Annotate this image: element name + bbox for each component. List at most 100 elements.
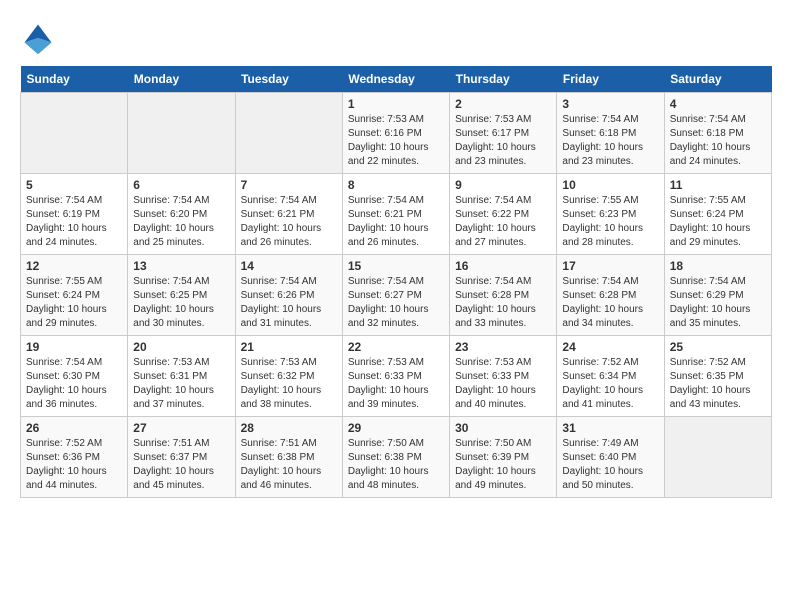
day-number: 3 [562, 97, 658, 111]
day-cell: 21 Sunrise: 7:53 AM Sunset: 6:32 PM Dayli… [235, 336, 342, 417]
day-info: Sunrise: 7:54 AM Sunset: 6:20 PM Dayligh… [133, 194, 229, 250]
day-info: Sunrise: 7:54 AM Sunset: 6:28 PM Dayligh… [455, 275, 551, 331]
day-number: 15 [348, 259, 444, 273]
day-cell: 12Sunrise: 7:55 AM Sunset: 6:24 PM Dayli… [21, 255, 128, 336]
day-info: Sunrise: 7:53 AM Sunset: 6:31 PM Dayligh… [133, 356, 229, 412]
day-cell: 16 Sunrise: 7:54 AM Sunset: 6:28 PM Dayli… [450, 255, 557, 336]
day-cell: 27 Sunrise: 7:51 AM Sunset: 6:37 PM Dayli… [128, 417, 235, 498]
day-cell: 5Sunrise: 7:54 AM Sunset: 6:19 PM Daylig… [21, 174, 128, 255]
day-cell [128, 93, 235, 174]
day-cell: 29Sunrise: 7:50 AM Sunset: 6:38 PM Dayli… [342, 417, 449, 498]
day-number: 27 [133, 421, 229, 435]
day-info: Sunrise: 7:52 AM Sunset: 6:34 PM Dayligh… [562, 356, 658, 412]
day-number: 25 [670, 340, 766, 354]
calendar-header: SundayMondayTuesdayWednesdayThursdayFrid… [21, 66, 772, 93]
day-number: 28 [241, 421, 337, 435]
week-row-1: 1 Sunrise: 7:53 AM Sunset: 6:16 PM Daylig… [21, 93, 772, 174]
day-cell: 18 Sunrise: 7:54 AM Sunset: 6:29 PM Dayli… [664, 255, 771, 336]
day-info: Sunrise: 7:54 AM Sunset: 6:18 PM Dayligh… [670, 113, 766, 169]
day-number: 13 [133, 259, 229, 273]
day-cell: 8 Sunrise: 7:54 AM Sunset: 6:21 PM Daylig… [342, 174, 449, 255]
day-cell: 13Sunrise: 7:54 AM Sunset: 6:25 PM Dayli… [128, 255, 235, 336]
day-info: Sunrise: 7:54 AM Sunset: 6:21 PM Dayligh… [348, 194, 444, 250]
day-cell: 1 Sunrise: 7:53 AM Sunset: 6:16 PM Daylig… [342, 93, 449, 174]
day-cell: 11 Sunrise: 7:55 AM Sunset: 6:24 PM Dayli… [664, 174, 771, 255]
day-cell: 4 Sunrise: 7:54 AM Sunset: 6:18 PM Daylig… [664, 93, 771, 174]
day-cell: 25 Sunrise: 7:52 AM Sunset: 6:35 PM Dayli… [664, 336, 771, 417]
day-number: 18 [670, 259, 766, 273]
header-cell-wednesday: Wednesday [342, 66, 449, 93]
day-number: 14 [241, 259, 337, 273]
day-info: Sunrise: 7:54 AM Sunset: 6:22 PM Dayligh… [455, 194, 551, 250]
day-cell [664, 417, 771, 498]
day-info: Sunrise: 7:53 AM Sunset: 6:32 PM Dayligh… [241, 356, 337, 412]
day-info: Sunrise: 7:55 AM Sunset: 6:23 PM Dayligh… [562, 194, 658, 250]
day-info: Sunrise: 7:54 AM Sunset: 6:27 PM Dayligh… [348, 275, 444, 331]
day-cell: 22 Sunrise: 7:53 AM Sunset: 6:33 PM Dayli… [342, 336, 449, 417]
day-info: Sunrise: 7:55 AM Sunset: 6:24 PM Dayligh… [670, 194, 766, 250]
day-number: 8 [348, 178, 444, 192]
day-info: Sunrise: 7:53 AM Sunset: 6:17 PM Dayligh… [455, 113, 551, 169]
day-number: 24 [562, 340, 658, 354]
day-info: Sunrise: 7:54 AM Sunset: 6:28 PM Dayligh… [562, 275, 658, 331]
day-cell: 31 Sunrise: 7:49 AM Sunset: 6:40 PM Dayli… [557, 417, 664, 498]
day-number: 16 [455, 259, 551, 273]
header-cell-sunday: Sunday [21, 66, 128, 93]
header-cell-monday: Monday [128, 66, 235, 93]
day-number: 22 [348, 340, 444, 354]
calendar-body: 1 Sunrise: 7:53 AM Sunset: 6:16 PM Daylig… [21, 93, 772, 498]
header [20, 20, 772, 56]
day-info: Sunrise: 7:51 AM Sunset: 6:37 PM Dayligh… [133, 437, 229, 493]
day-number: 19 [26, 340, 122, 354]
day-info: Sunrise: 7:53 AM Sunset: 6:33 PM Dayligh… [455, 356, 551, 412]
day-info: Sunrise: 7:55 AM Sunset: 6:24 PM Dayligh… [26, 275, 122, 331]
day-number: 20 [133, 340, 229, 354]
day-cell: 20 Sunrise: 7:53 AM Sunset: 6:31 PM Dayli… [128, 336, 235, 417]
calendar-table: SundayMondayTuesdayWednesdayThursdayFrid… [20, 66, 772, 498]
week-row-5: 26Sunrise: 7:52 AM Sunset: 6:36 PM Dayli… [21, 417, 772, 498]
day-info: Sunrise: 7:54 AM Sunset: 6:29 PM Dayligh… [670, 275, 766, 331]
day-cell: 23 Sunrise: 7:53 AM Sunset: 6:33 PM Dayli… [450, 336, 557, 417]
header-cell-tuesday: Tuesday [235, 66, 342, 93]
day-cell: 19Sunrise: 7:54 AM Sunset: 6:30 PM Dayli… [21, 336, 128, 417]
day-number: 1 [348, 97, 444, 111]
day-cell: 3Sunrise: 7:54 AM Sunset: 6:18 PM Daylig… [557, 93, 664, 174]
day-info: Sunrise: 7:49 AM Sunset: 6:40 PM Dayligh… [562, 437, 658, 493]
header-cell-saturday: Saturday [664, 66, 771, 93]
day-cell [235, 93, 342, 174]
week-row-4: 19Sunrise: 7:54 AM Sunset: 6:30 PM Dayli… [21, 336, 772, 417]
day-number: 5 [26, 178, 122, 192]
week-row-2: 5Sunrise: 7:54 AM Sunset: 6:19 PM Daylig… [21, 174, 772, 255]
week-row-3: 12Sunrise: 7:55 AM Sunset: 6:24 PM Dayli… [21, 255, 772, 336]
day-number: 11 [670, 178, 766, 192]
day-number: 9 [455, 178, 551, 192]
logo [20, 20, 60, 56]
day-number: 31 [562, 421, 658, 435]
day-cell [21, 93, 128, 174]
day-cell: 15 Sunrise: 7:54 AM Sunset: 6:27 PM Dayli… [342, 255, 449, 336]
day-number: 21 [241, 340, 337, 354]
day-number: 4 [670, 97, 766, 111]
logo-icon [20, 20, 56, 56]
day-number: 30 [455, 421, 551, 435]
day-cell: 28 Sunrise: 7:51 AM Sunset: 6:38 PM Dayli… [235, 417, 342, 498]
day-number: 17 [562, 259, 658, 273]
day-info: Sunrise: 7:53 AM Sunset: 6:16 PM Dayligh… [348, 113, 444, 169]
day-cell: 7 Sunrise: 7:54 AM Sunset: 6:21 PM Daylig… [235, 174, 342, 255]
header-cell-thursday: Thursday [450, 66, 557, 93]
day-cell: 6Sunrise: 7:54 AM Sunset: 6:20 PM Daylig… [128, 174, 235, 255]
day-number: 23 [455, 340, 551, 354]
day-info: Sunrise: 7:51 AM Sunset: 6:38 PM Dayligh… [241, 437, 337, 493]
day-number: 7 [241, 178, 337, 192]
day-info: Sunrise: 7:54 AM Sunset: 6:26 PM Dayligh… [241, 275, 337, 331]
header-row: SundayMondayTuesdayWednesdayThursdayFrid… [21, 66, 772, 93]
day-info: Sunrise: 7:53 AM Sunset: 6:33 PM Dayligh… [348, 356, 444, 412]
day-number: 2 [455, 97, 551, 111]
day-cell: 9 Sunrise: 7:54 AM Sunset: 6:22 PM Daylig… [450, 174, 557, 255]
day-cell: 24 Sunrise: 7:52 AM Sunset: 6:34 PM Dayli… [557, 336, 664, 417]
day-info: Sunrise: 7:54 AM Sunset: 6:21 PM Dayligh… [241, 194, 337, 250]
day-info: Sunrise: 7:50 AM Sunset: 6:39 PM Dayligh… [455, 437, 551, 493]
day-info: Sunrise: 7:52 AM Sunset: 6:36 PM Dayligh… [26, 437, 122, 493]
day-info: Sunrise: 7:52 AM Sunset: 6:35 PM Dayligh… [670, 356, 766, 412]
day-cell: 26Sunrise: 7:52 AM Sunset: 6:36 PM Dayli… [21, 417, 128, 498]
